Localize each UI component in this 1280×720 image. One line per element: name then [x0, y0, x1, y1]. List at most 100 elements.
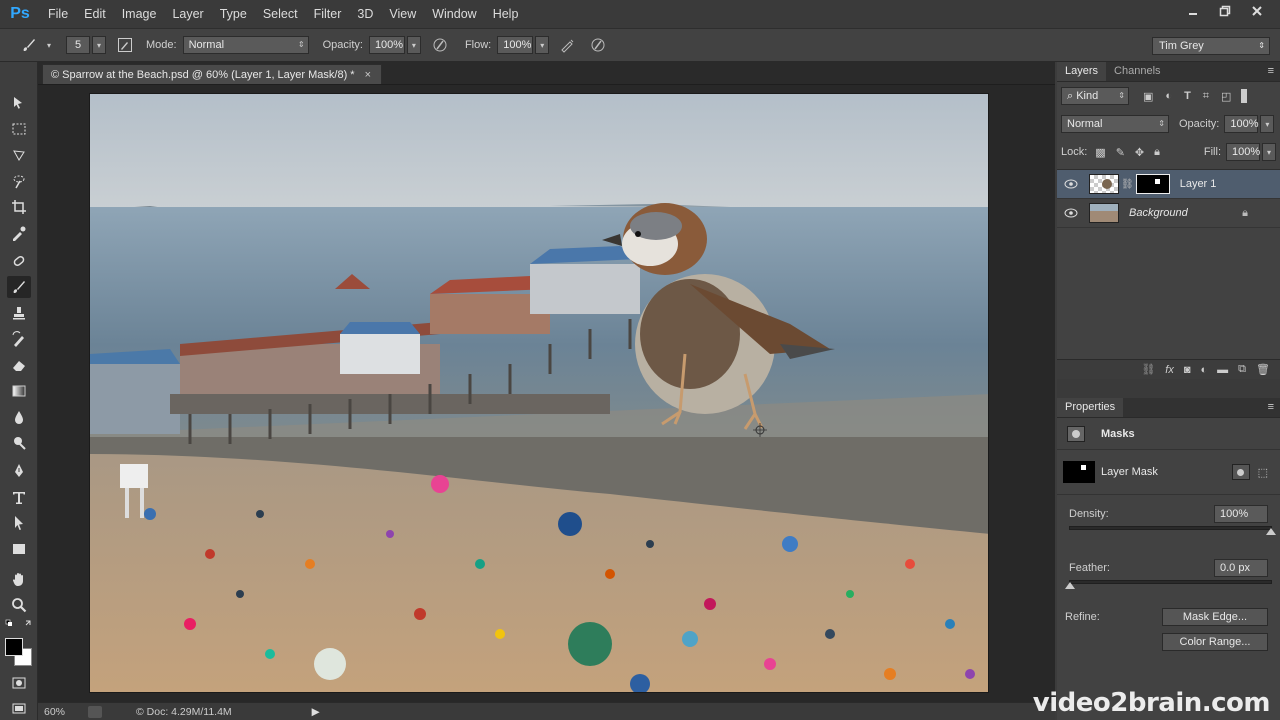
filter-pixel-icon[interactable]: ▣ [1143, 90, 1153, 103]
status-preview-icon[interactable] [88, 705, 102, 718]
mask-edge-button[interactable]: Mask Edge... [1162, 608, 1268, 626]
add-vector-mask-icon[interactable]: ⬚ [1258, 466, 1268, 479]
density-slider[interactable] [1069, 526, 1276, 535]
crop-tool-icon[interactable] [7, 196, 31, 218]
panel-menu-icon[interactable]: ≡ [1268, 65, 1274, 77]
eraser-tool-icon[interactable] [7, 354, 31, 376]
menu-type[interactable]: Type [212, 0, 255, 28]
menu-filter[interactable]: Filter [306, 0, 350, 28]
pressure-opacity-icon[interactable] [429, 34, 451, 56]
select-pixel-mask-icon[interactable] [1231, 464, 1250, 480]
chain-link-icon[interactable]: ⛓︎ [1121, 179, 1134, 190]
lasso-tool-icon[interactable] [7, 144, 31, 166]
brush-preset-dropdown-icon[interactable]: ▾ [42, 36, 56, 54]
layer-row-layer1[interactable]: ⛓︎ Layer 1 [1057, 170, 1280, 199]
new-layer-icon[interactable]: ⧉ [1238, 363, 1246, 376]
brush-size-dropdown-icon[interactable]: ▾ [92, 36, 106, 54]
menu-help[interactable]: Help [485, 0, 527, 28]
flow-field[interactable]: 100% [497, 36, 534, 54]
blend-mode-select[interactable]: Normal ⇕ [1061, 115, 1169, 133]
lock-transparent-icon[interactable]: ▩ [1095, 146, 1105, 159]
path-selection-tool-icon[interactable] [7, 512, 31, 534]
feather-slider[interactable] [1065, 580, 1272, 589]
opacity-dropdown-icon[interactable]: ▾ [406, 36, 421, 54]
workspace-select[interactable]: Tim Grey ⇕ [1152, 37, 1270, 55]
add-mask-icon[interactable]: ◙ [1184, 364, 1191, 376]
type-tool-icon[interactable] [7, 486, 31, 508]
tab-layers[interactable]: Layers [1057, 62, 1107, 81]
document-canvas[interactable] [89, 93, 989, 693]
mode-select[interactable]: Normal ⇕ [182, 36, 309, 54]
density-field[interactable]: 100% [1214, 505, 1268, 523]
brush-size-field[interactable]: 5 [66, 36, 90, 54]
filter-adjustment-icon[interactable]: ◐ [1165, 90, 1172, 102]
layer-filter-select[interactable]: ⌕ Kind ⇕ [1061, 87, 1129, 105]
hand-tool-icon[interactable] [7, 568, 31, 590]
flow-dropdown-icon[interactable]: ▾ [535, 36, 550, 54]
color-range-button[interactable]: Color Range... [1162, 633, 1268, 651]
filter-type-icon[interactable]: T [1184, 90, 1191, 102]
foreground-color-swatch[interactable] [5, 638, 23, 656]
status-menu-arrow-icon[interactable]: ▶ [312, 706, 320, 718]
brush-tool-icon[interactable] [7, 276, 31, 298]
brush-preset-icon[interactable] [18, 34, 40, 56]
link-layers-icon[interactable]: ⛓︎ [1141, 363, 1155, 376]
delete-layer-icon[interactable]: 🗑︎ [1256, 363, 1270, 376]
brush-panel-toggle-icon[interactable] [114, 34, 136, 56]
filter-smartobject-icon[interactable]: ◰ [1221, 90, 1231, 103]
visibility-eye-icon[interactable] [1057, 208, 1085, 218]
tab-properties[interactable]: Properties [1057, 398, 1124, 417]
layer-opacity-dropdown-icon[interactable]: ▾ [1260, 115, 1275, 133]
move-tool-icon[interactable] [7, 92, 31, 114]
menu-image[interactable]: Image [114, 0, 165, 28]
dodge-tool-icon[interactable] [7, 432, 31, 454]
canvas-pasteboard[interactable] [38, 84, 1055, 702]
fill-field[interactable]: 100% [1226, 143, 1260, 161]
fill-dropdown-icon[interactable]: ▾ [1262, 143, 1276, 161]
menu-window[interactable]: Window [424, 0, 484, 28]
pen-tool-icon[interactable] [7, 460, 31, 482]
menu-view[interactable]: View [381, 0, 424, 28]
healing-brush-tool-icon[interactable] [7, 250, 31, 272]
restore-icon[interactable] [1210, 2, 1240, 20]
layer-style-icon[interactable]: fx [1165, 364, 1174, 376]
tab-channels[interactable]: Channels [1106, 62, 1168, 81]
blur-tool-icon[interactable] [7, 406, 31, 428]
layer-mask-thumbnail[interactable] [1135, 174, 1170, 194]
airbrush-icon[interactable] [557, 34, 579, 56]
zoom-level[interactable]: 60% [44, 706, 84, 718]
screen-mode-icon[interactable] [7, 698, 31, 720]
rectangle-tool-icon[interactable] [7, 538, 31, 560]
pressure-size-icon[interactable] [587, 34, 609, 56]
menu-select[interactable]: Select [255, 0, 306, 28]
layer-opacity-field[interactable]: 100% [1224, 115, 1259, 133]
panel-menu-icon[interactable]: ≡ [1268, 401, 1274, 413]
feather-field[interactable]: 0.0 px [1214, 559, 1268, 577]
new-group-icon[interactable]: ▬ [1217, 364, 1228, 376]
filter-shape-icon[interactable]: ⌗ [1203, 90, 1209, 103]
close-icon[interactable] [1242, 2, 1272, 20]
eyedropper-tool-icon[interactable] [7, 222, 31, 244]
visibility-eye-icon[interactable] [1057, 179, 1085, 189]
density-slider-knob[interactable] [1266, 528, 1276, 535]
document-tab[interactable]: © Sparrow at the Beach.psd @ 60% (Layer … [42, 64, 383, 84]
quick-mask-icon[interactable] [7, 672, 31, 694]
clone-stamp-tool-icon[interactable] [7, 302, 31, 324]
menu-edit[interactable]: Edit [76, 0, 114, 28]
zoom-tool-icon[interactable] [7, 594, 31, 616]
layer-row-background[interactable]: Background 🔒︎ [1057, 199, 1280, 228]
menu-file[interactable]: File [40, 0, 76, 28]
feather-slider-knob[interactable] [1065, 582, 1075, 589]
lock-all-icon[interactable]: 🔒︎ [1154, 146, 1160, 159]
marquee-tool-icon[interactable] [7, 118, 31, 140]
filter-toggle-icon[interactable] [1241, 89, 1248, 103]
minimize-icon[interactable] [1178, 2, 1208, 20]
adjustment-layer-icon[interactable]: ◐ [1201, 364, 1208, 376]
swap-colors-icon[interactable] [4, 618, 34, 630]
history-brush-tool-icon[interactable] [7, 328, 31, 350]
lock-position-icon[interactable]: ✥ [1135, 146, 1144, 159]
opacity-field[interactable]: 100% [368, 36, 405, 54]
quick-selection-tool-icon[interactable] [7, 170, 31, 192]
menu-layer[interactable]: Layer [164, 0, 211, 28]
close-tab-icon[interactable]: × [365, 69, 371, 81]
